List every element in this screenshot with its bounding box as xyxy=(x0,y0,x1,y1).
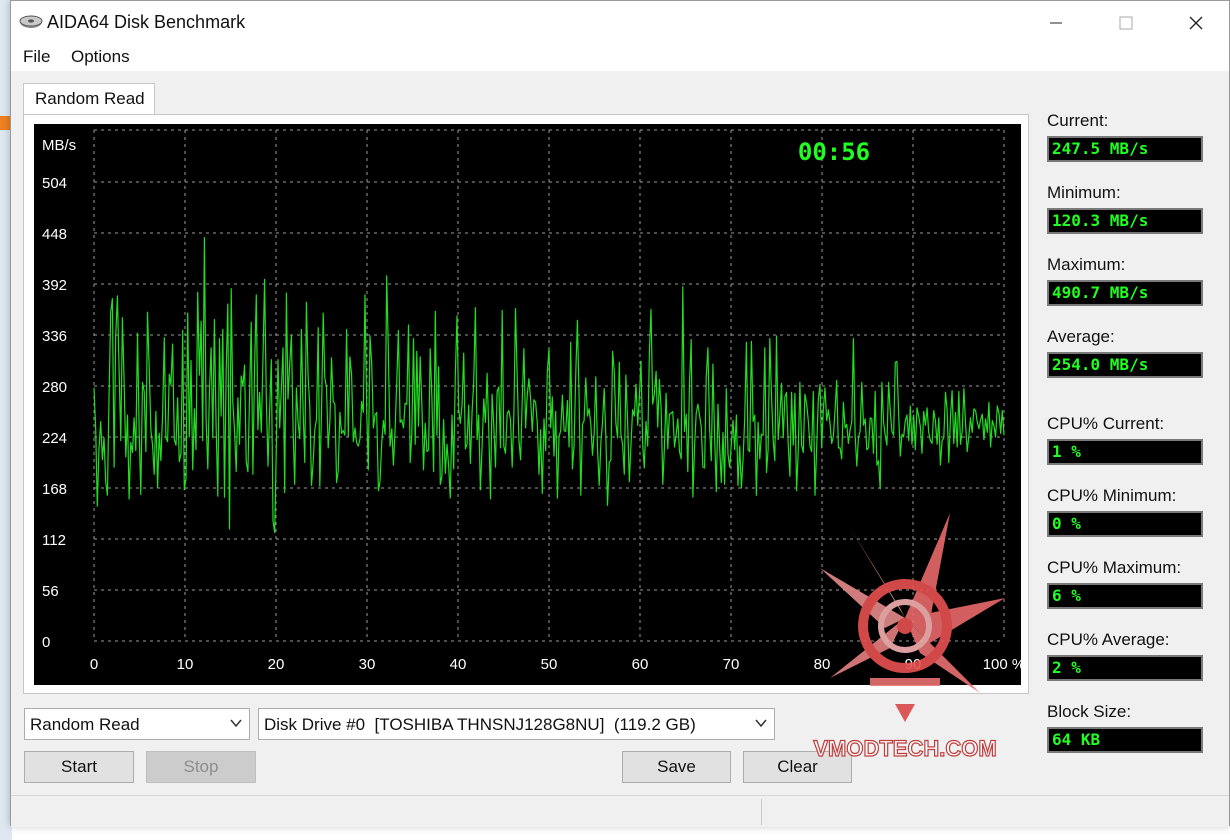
cpu-current-value: 1 % xyxy=(1047,439,1203,465)
tab-random-read[interactable]: Random Read xyxy=(23,83,155,115)
x-tick-label: 60 xyxy=(632,656,649,673)
test-type-value: Random Read xyxy=(30,715,140,734)
maximize-icon xyxy=(1119,16,1133,30)
menu-file[interactable]: File xyxy=(23,47,50,67)
test-type-select[interactable]: Random Read xyxy=(24,708,250,740)
y-tick-label: 392 xyxy=(42,277,67,294)
close-button[interactable] xyxy=(1161,1,1230,45)
x-tick-label: 10 xyxy=(177,656,194,673)
disk-app-icon xyxy=(19,15,43,28)
title-bar[interactable]: AIDA64 Disk Benchmark xyxy=(11,1,1229,45)
watermark: VMODTECH.COM xyxy=(813,513,1005,762)
stat-maximum: Maximum: 490.7 MB/s xyxy=(1047,255,1217,306)
minimum-label: Minimum: xyxy=(1047,183,1121,202)
maximum-label: Maximum: xyxy=(1047,255,1126,274)
stat-average: Average: 254.0 MB/s xyxy=(1047,327,1217,378)
menu-bar: File Options xyxy=(11,45,1229,71)
stat-cpu-maximum: CPU% Maximum: 6 % xyxy=(1047,558,1217,609)
menu-options[interactable]: Options xyxy=(71,47,130,67)
drive-value: Disk Drive #0 [TOSHIBA THNSNJ128G8NU] (1… xyxy=(264,715,696,734)
block-size-label: Block Size: xyxy=(1047,702,1132,721)
y-tick-label: 504 xyxy=(42,175,67,192)
start-button[interactable]: Start xyxy=(24,751,134,783)
window-title: AIDA64 Disk Benchmark xyxy=(47,12,246,32)
average-value: 254.0 MB/s xyxy=(1047,352,1203,378)
close-icon xyxy=(1189,16,1203,30)
y-tick-label: 336 xyxy=(42,328,67,345)
maximize-button[interactable] xyxy=(1091,1,1161,45)
drive-select[interactable]: Disk Drive #0 [TOSHIBA THNSNJ128G8NU] (1… xyxy=(258,708,775,740)
cpu-minimum-label: CPU% Minimum: xyxy=(1047,486,1177,505)
status-bar xyxy=(11,795,1229,827)
watermark-logo-icon xyxy=(820,513,1005,722)
cpu-minimum-value: 0 % xyxy=(1047,511,1203,537)
stop-button[interactable]: Stop xyxy=(146,751,256,783)
stat-minimum: Minimum: 120.3 MB/s xyxy=(1047,183,1217,234)
stat-block-size: Block Size: 64 KB xyxy=(1047,702,1217,753)
chevron-down-icon xyxy=(755,719,767,728)
stat-cpu-current: CPU% Current: 1 % xyxy=(1047,414,1217,465)
y-axis-label: MB/s xyxy=(42,137,76,154)
y-tick-label: 224 xyxy=(42,430,67,447)
y-tick-label: 448 xyxy=(42,226,67,243)
maximum-value: 490.7 MB/s xyxy=(1047,280,1203,306)
current-value: 247.5 MB/s xyxy=(1047,136,1203,162)
x-tick-label: 0 xyxy=(90,656,98,673)
benchmark-window: AIDA64 Disk Benchmark File Options Rando… xyxy=(10,0,1230,827)
y-tick-label: 112 xyxy=(42,532,66,549)
x-tick-label: 50 xyxy=(541,656,558,673)
x-tick-label: 70 xyxy=(723,656,740,673)
elapsed-timer: 00:56 xyxy=(798,138,870,166)
x-tick-label: 30 xyxy=(359,656,376,673)
y-tick-label: 280 xyxy=(42,379,67,396)
current-label: Current: xyxy=(1047,111,1109,130)
cpu-current-label: CPU% Current: xyxy=(1047,414,1165,433)
watermark-text: VMODTECH.COM xyxy=(813,736,996,761)
status-divider xyxy=(761,799,762,825)
minimize-button[interactable] xyxy=(1021,1,1091,45)
y-tick-label: 0 xyxy=(42,634,50,651)
y-tick-label: 56 xyxy=(42,583,59,600)
save-button[interactable]: Save xyxy=(622,751,731,783)
x-tick-label: 20 xyxy=(268,656,285,673)
cpu-maximum-value: 6 % xyxy=(1047,583,1203,609)
cpu-average-value: 2 % xyxy=(1047,655,1203,681)
stat-cpu-average: CPU% Average: 2 % xyxy=(1047,630,1217,681)
y-tick-label: 168 xyxy=(42,481,67,498)
minimize-icon xyxy=(1050,22,1062,24)
stat-current: Current: 247.5 MB/s xyxy=(1047,111,1217,162)
cpu-average-label: CPU% Average: xyxy=(1047,630,1170,649)
x-tick-label: 40 xyxy=(450,656,467,673)
chevron-down-icon xyxy=(230,719,242,728)
average-label: Average: xyxy=(1047,327,1115,346)
stat-cpu-minimum: CPU% Minimum: 0 % xyxy=(1047,486,1217,537)
block-size-value: 64 KB xyxy=(1047,727,1203,753)
minimum-value: 120.3 MB/s xyxy=(1047,208,1203,234)
cpu-maximum-label: CPU% Maximum: xyxy=(1047,558,1182,577)
